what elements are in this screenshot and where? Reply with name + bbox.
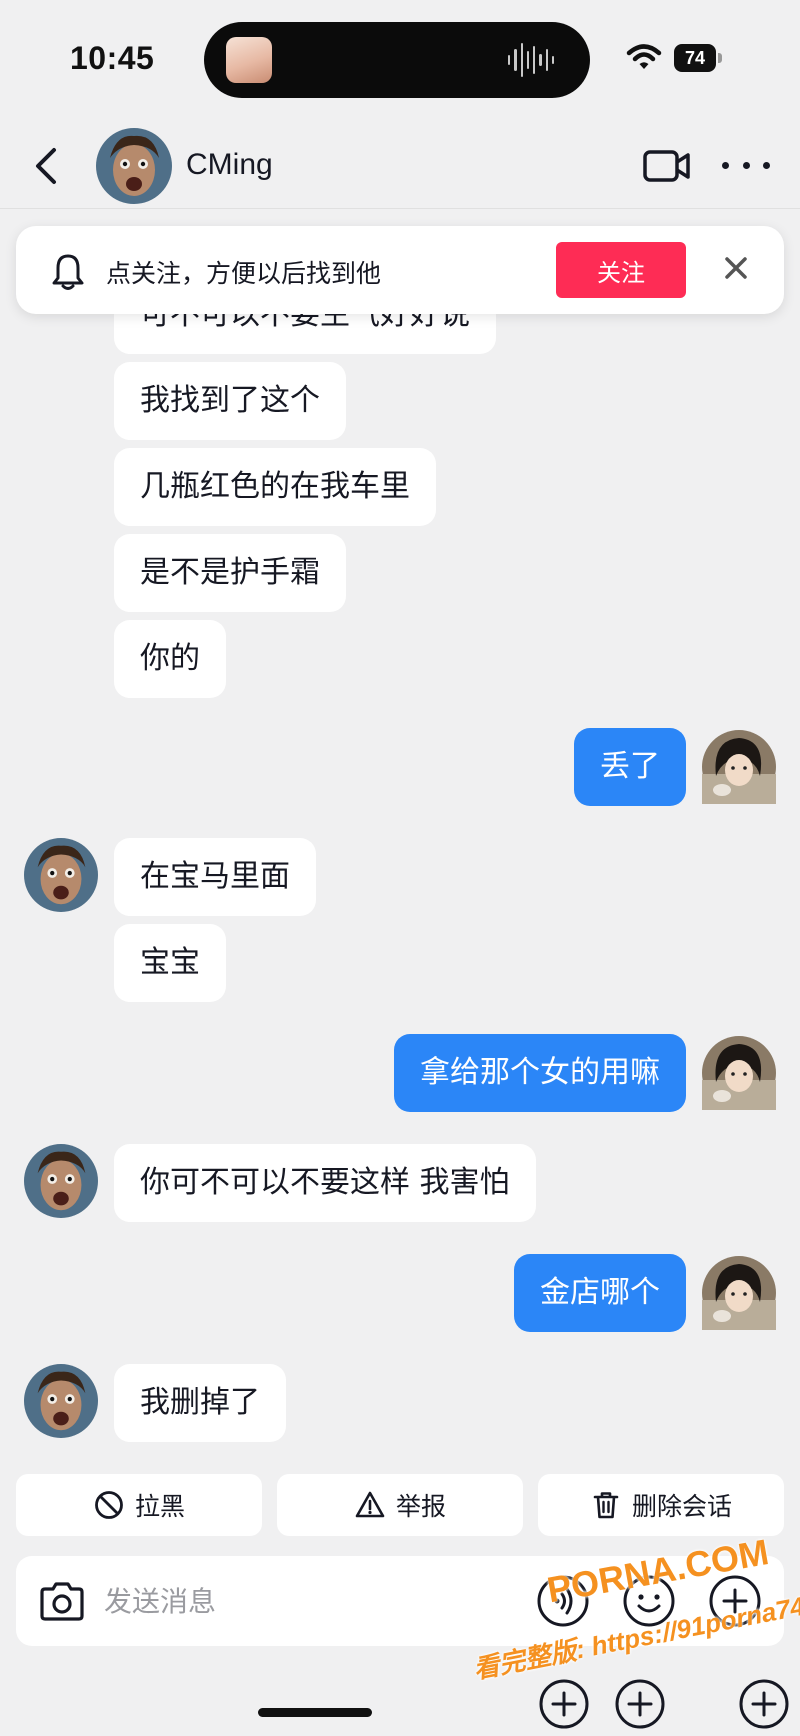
header-divider [0, 208, 800, 209]
add-icon[interactable] [614, 1678, 666, 1730]
message-bubble-incoming[interactable]: 我删掉了 [114, 1364, 286, 1442]
now-playing-thumbnail [226, 37, 272, 83]
home-indicator[interactable] [258, 1708, 372, 1717]
my-avatar[interactable] [702, 730, 776, 804]
battery-level: 74 [674, 44, 716, 72]
message-bubble-incoming[interactable]: 在宝马里面 [114, 838, 316, 916]
my-avatar[interactable] [702, 1256, 776, 1330]
message-bubble-incoming[interactable]: 宝宝 [114, 924, 226, 1002]
more-options-icon[interactable] [722, 150, 770, 180]
contact-name[interactable]: CMing [186, 148, 273, 182]
follow-button[interactable]: 关注 [556, 242, 686, 298]
block-button[interactable]: 拉黑 [16, 1474, 262, 1536]
message-bubble-incoming[interactable]: 你可不可以不要这样 我害怕 [114, 1144, 536, 1222]
trash-icon [593, 1492, 619, 1519]
follow-banner: 点关注，方便以后找到他 关注 [16, 226, 784, 314]
message-input[interactable] [104, 1578, 444, 1624]
back-arrow-icon[interactable] [30, 144, 64, 188]
add-icon[interactable] [538, 1678, 590, 1730]
contact-avatar[interactable] [24, 838, 98, 912]
dot [722, 161, 729, 169]
report-button[interactable]: 举报 [277, 1474, 523, 1536]
dot [742, 161, 750, 169]
contact-avatar[interactable] [24, 1144, 98, 1218]
message-bubble-outgoing[interactable]: 丢了 [574, 728, 686, 806]
add-icon[interactable] [738, 1678, 790, 1730]
wifi-icon [626, 44, 662, 69]
block-label: 拉黑 [134, 1492, 185, 1521]
my-avatar[interactable] [702, 1036, 776, 1110]
close-icon[interactable] [716, 248, 756, 288]
warning-icon [355, 1491, 385, 1518]
status-time: 10:45 [70, 40, 155, 76]
camera-icon[interactable] [36, 1576, 88, 1628]
contact-avatar[interactable] [24, 1364, 98, 1438]
message-bubble-incoming[interactable]: 你的 [114, 620, 226, 698]
dynamic-island[interactable] [204, 22, 590, 98]
message-bubble-incoming[interactable]: 我找到了这个 [114, 362, 346, 440]
video-call-icon[interactable] [642, 148, 692, 184]
block-icon [95, 1491, 123, 1519]
delete-label: 删除会话 [631, 1492, 732, 1521]
bell-icon [52, 254, 84, 290]
battery-indicator: 74 [674, 44, 724, 72]
report-label: 举报 [395, 1492, 446, 1521]
delete-conversation-button[interactable]: 删除会话 [538, 1474, 784, 1536]
battery-cap [718, 53, 722, 63]
message-bubble-outgoing[interactable]: 拿给那个女的用嘛 [394, 1034, 686, 1112]
message-bubble-incoming[interactable]: 几瓶红色的在我车里 [114, 448, 436, 526]
message-bubble-incoming[interactable]: 是不是护手霜 [114, 534, 346, 612]
message-bubble-outgoing[interactable]: 金店哪个 [514, 1254, 686, 1332]
contact-avatar[interactable] [96, 128, 172, 204]
dot [763, 161, 770, 169]
audio-waveform-icon [508, 42, 554, 78]
follow-banner-text: 点关注，方便以后找到他 [106, 259, 382, 288]
